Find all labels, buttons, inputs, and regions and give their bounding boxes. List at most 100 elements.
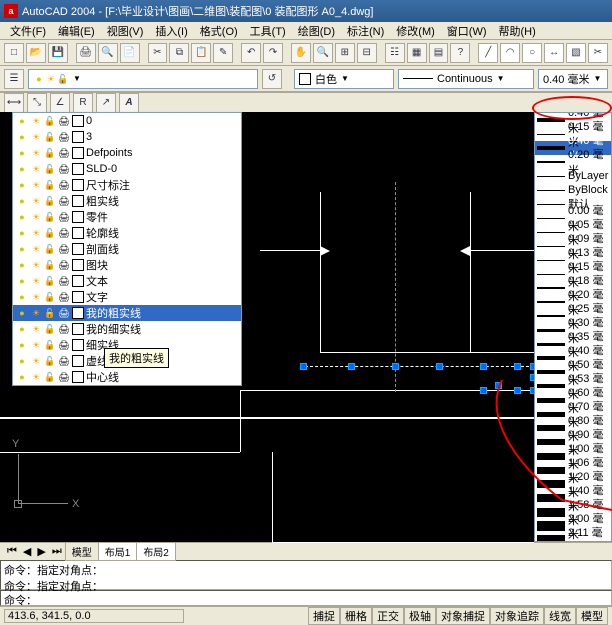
layer-item[interactable]: ●☀🔓🖨文本 [13, 273, 241, 289]
properties-icon[interactable]: ☷ [385, 43, 405, 63]
dim-angular-icon[interactable]: ∠ [50, 93, 70, 113]
lock-icon[interactable]: 🔓 [44, 147, 56, 159]
entity-line[interactable] [240, 390, 241, 452]
preview-icon[interactable]: 🔍 [98, 43, 118, 63]
layer-item[interactable]: ●☀🔓🖨中心线 [13, 369, 241, 385]
color-swatch-icon[interactable] [72, 323, 84, 335]
command-line[interactable]: 命令： [0, 590, 612, 606]
dim-line[interactable] [260, 250, 320, 251]
color-swatch-icon[interactable] [72, 339, 84, 351]
layer-item[interactable]: ●☀🔓🖨零件 [13, 209, 241, 225]
layer-dropdown[interactable]: ●☀🔓 [28, 69, 258, 89]
plot-icon[interactable]: 🖨 [58, 323, 70, 335]
layer-item[interactable]: ●☀🔓🖨Defpoints [13, 145, 241, 161]
lightbulb-icon[interactable]: ● [16, 259, 28, 271]
freeze-icon[interactable]: ☀ [30, 275, 42, 287]
freeze-icon[interactable]: ☀ [30, 147, 42, 159]
plot-icon[interactable]: 🖨 [58, 227, 70, 239]
freeze-icon[interactable]: ☀ [30, 355, 42, 367]
menu-file[interactable]: 文件(F) [4, 21, 52, 41]
tab-last-icon[interactable]: ⏭ [49, 545, 65, 558]
color-swatch-icon[interactable] [72, 195, 84, 207]
lightbulb-icon[interactable]: ● [16, 147, 28, 159]
tab-prev-icon[interactable]: ◀ [20, 545, 34, 558]
tab-first-icon[interactable]: ⏮ [4, 545, 20, 558]
status-toggle[interactable]: 正交 [372, 607, 404, 625]
paste-icon[interactable]: 📋 [191, 43, 211, 63]
dim-icon[interactable]: ↔ [544, 43, 564, 63]
menu-edit[interactable]: 编辑(E) [52, 21, 101, 41]
status-toggle[interactable]: 对象捕捉 [436, 607, 490, 625]
freeze-icon[interactable]: ☀ [30, 259, 42, 271]
menu-window[interactable]: 窗口(W) [441, 21, 493, 41]
design-center-icon[interactable]: ▦ [407, 43, 427, 63]
lineweight-item[interactable]: ByLayer [535, 169, 611, 183]
color-swatch-icon[interactable] [72, 307, 84, 319]
color-swatch-icon[interactable] [72, 179, 84, 191]
freeze-icon[interactable]: ☀ [30, 227, 42, 239]
entity-line[interactable] [0, 452, 240, 453]
tool-palettes-icon[interactable]: ▤ [429, 43, 449, 63]
lock-icon[interactable]: 🔓 [44, 131, 56, 143]
plot-icon[interactable]: 🖨 [58, 147, 70, 159]
entity-line[interactable] [470, 192, 471, 352]
freeze-icon[interactable]: ☀ [30, 307, 42, 319]
status-toggle[interactable]: 对象追踪 [490, 607, 544, 625]
lineweight-item[interactable]: ByBlock [535, 183, 611, 197]
lightbulb-icon[interactable]: ● [16, 243, 28, 255]
plot-icon[interactable]: 🖨 [58, 355, 70, 367]
color-swatch-icon[interactable] [72, 211, 84, 223]
lock-icon[interactable]: 🔓 [44, 179, 56, 191]
menu-tools[interactable]: 工具(T) [244, 21, 292, 41]
layer-dropdown-list[interactable]: ●☀🔓🖨0●☀🔓🖨3●☀🔓🖨Defpoints●☀🔓🖨SLD-0●☀🔓🖨尺寸标注… [12, 112, 242, 386]
entity-line[interactable] [320, 192, 321, 352]
zoom-prev-icon[interactable]: ⊟ [357, 43, 377, 63]
layer-manager-icon[interactable]: ☰ [4, 69, 24, 89]
zoom-win-icon[interactable]: ⊞ [335, 43, 355, 63]
hatch-icon[interactable]: ▧ [566, 43, 586, 63]
plot-icon[interactable]: 🖨 [58, 275, 70, 287]
plot-icon[interactable]: 🖨 [58, 211, 70, 223]
layer-item[interactable]: ●☀🔓🖨0 [13, 113, 241, 129]
status-toggle[interactable]: 捕捉 [308, 607, 340, 625]
freeze-icon[interactable]: ☀ [30, 211, 42, 223]
color-swatch-icon[interactable] [72, 371, 84, 383]
entity-line[interactable] [272, 542, 534, 543]
freeze-icon[interactable]: ☀ [30, 291, 42, 303]
dim-linear-icon[interactable]: ⟷ [4, 93, 24, 113]
entity-line[interactable] [320, 352, 534, 353]
freeze-icon[interactable]: ☀ [30, 371, 42, 383]
plot-icon[interactable]: 🖨 [58, 195, 70, 207]
line-icon[interactable]: ╱ [478, 43, 498, 63]
match-icon[interactable]: ✎ [213, 43, 233, 63]
layer-item[interactable]: ●☀🔓🖨SLD-0 [13, 161, 241, 177]
plot-icon[interactable]: 🖨 [58, 259, 70, 271]
dim-line[interactable] [470, 250, 534, 251]
color-swatch-icon[interactable] [72, 291, 84, 303]
lightbulb-icon[interactable]: ● [16, 163, 28, 175]
plot-icon[interactable]: 🖨 [58, 179, 70, 191]
freeze-icon[interactable]: ☀ [30, 115, 42, 127]
menu-insert[interactable]: 插入(I) [149, 21, 193, 41]
lock-icon[interactable]: 🔓 [44, 291, 56, 303]
lock-icon[interactable]: 🔓 [44, 339, 56, 351]
plot-icon[interactable]: 🖨 [58, 163, 70, 175]
layer-item[interactable]: ●☀🔓🖨我的细实线 [13, 321, 241, 337]
dim-leader-icon[interactable]: ↗ [96, 93, 116, 113]
linetype-dropdown[interactable]: Continuous [398, 69, 534, 89]
menu-dim[interactable]: 标注(N) [341, 21, 390, 41]
menu-help[interactable]: 帮助(H) [493, 21, 542, 41]
freeze-icon[interactable]: ☀ [30, 131, 42, 143]
lightbulb-icon[interactable]: ● [16, 115, 28, 127]
freeze-icon[interactable]: ☀ [30, 195, 42, 207]
status-toggle[interactable]: 模型 [576, 607, 608, 625]
menu-view[interactable]: 视图(V) [101, 21, 150, 41]
tab-model[interactable]: 模型 [65, 542, 99, 561]
dim-aligned-icon[interactable]: ⤡ [27, 93, 47, 113]
entity-line[interactable] [0, 417, 534, 419]
status-toggle[interactable]: 栅格 [340, 607, 372, 625]
status-toggle[interactable]: 线宽 [544, 607, 576, 625]
grip-handle[interactable] [392, 363, 399, 370]
save-icon[interactable]: 💾 [48, 43, 68, 63]
plot-icon[interactable]: 🖨 [58, 131, 70, 143]
